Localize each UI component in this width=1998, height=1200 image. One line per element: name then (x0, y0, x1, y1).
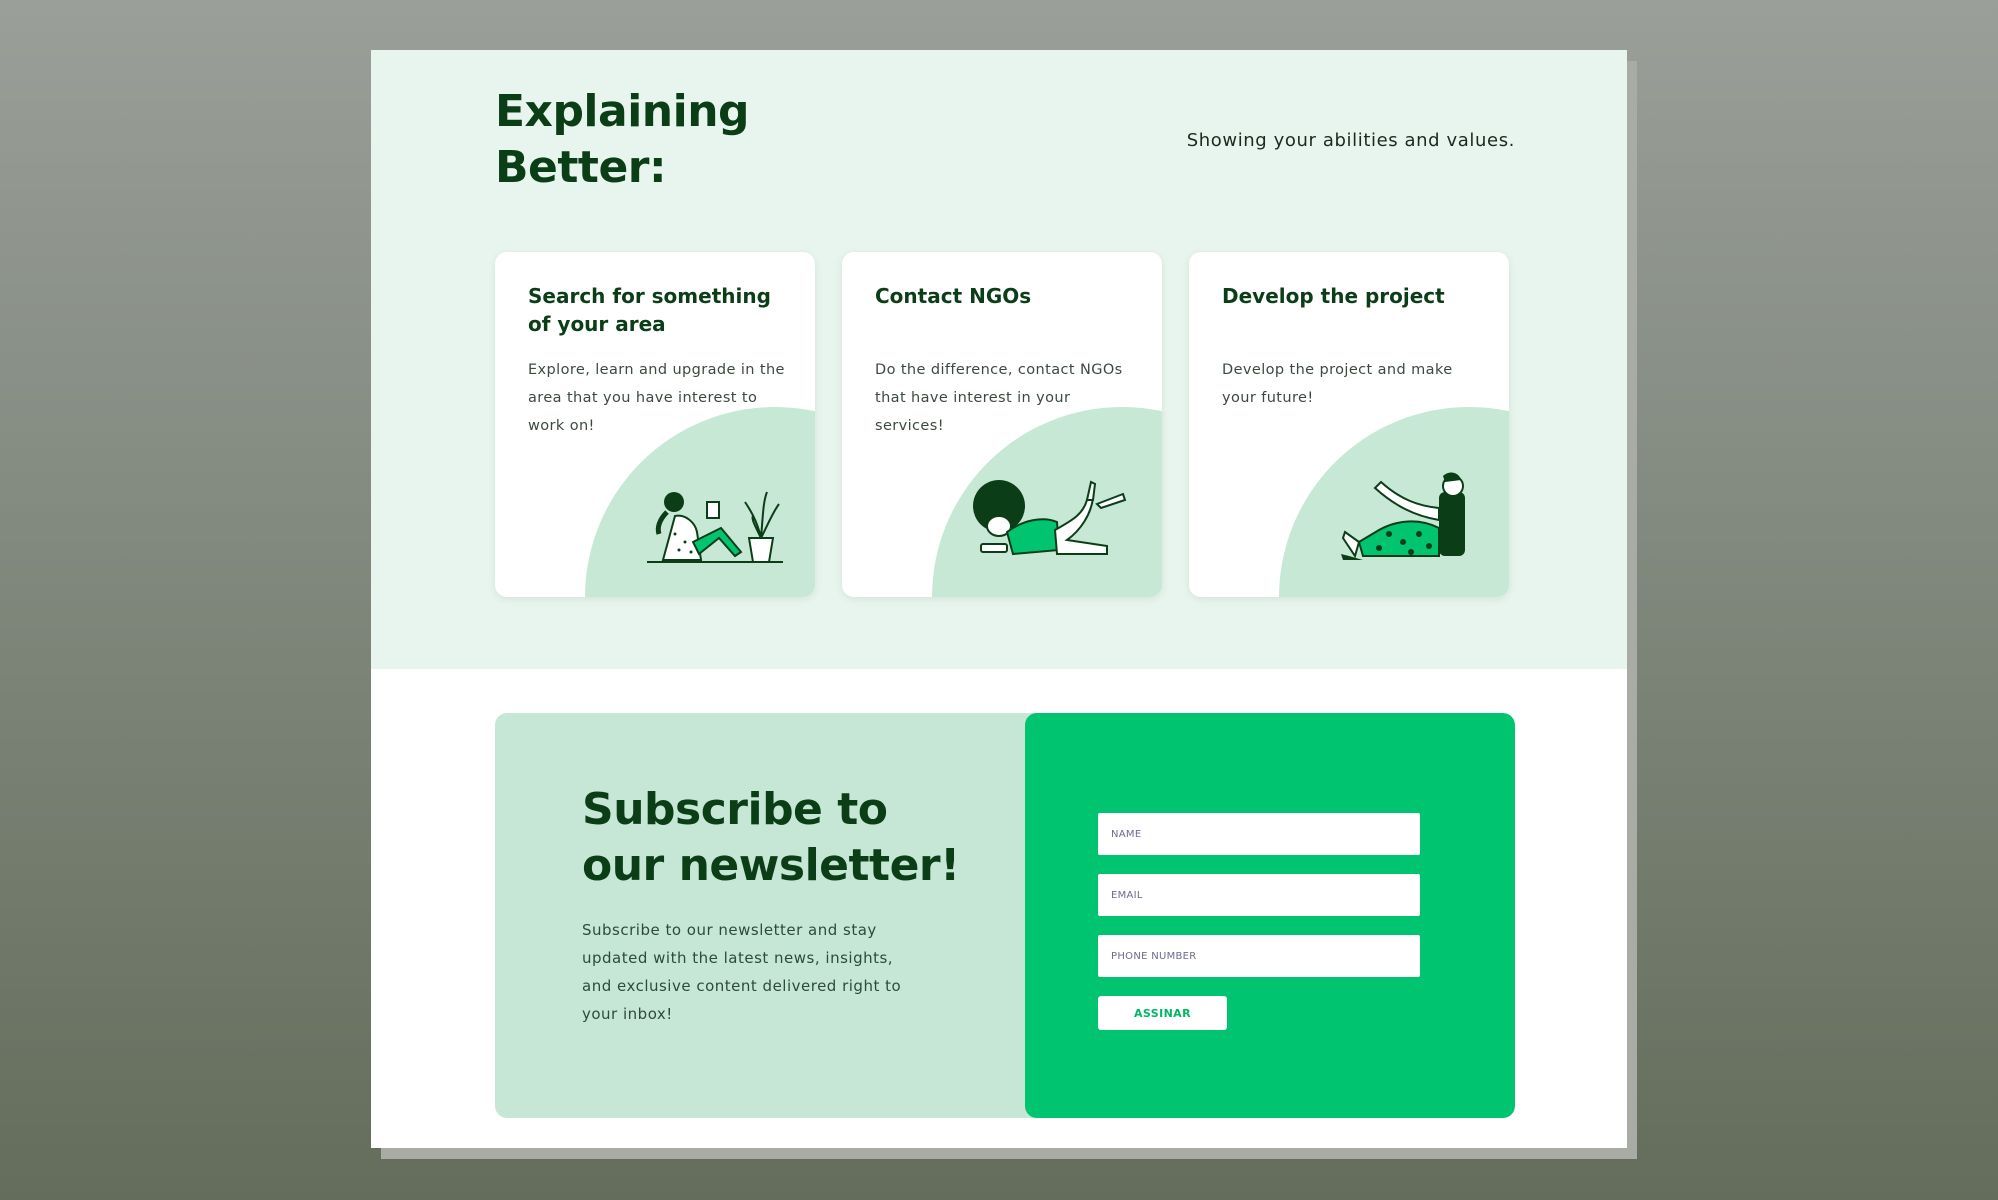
card-title: Search for something of your area (528, 284, 771, 336)
card-contact-ngos: Contact NGOs Do the difference, contact … (842, 252, 1162, 597)
woman-reading-illustration-icon (647, 491, 783, 563)
newsletter-section: Subscribe to our newsletter! Subscribe t… (495, 713, 1515, 1118)
newsletter-info-panel: Subscribe to our newsletter! Subscribe t… (495, 713, 1025, 1118)
person-lying-illustration-icon (973, 480, 1127, 556)
name-field[interactable] (1098, 813, 1420, 855)
card-text: Develop the project and make your future… (1222, 362, 1453, 406)
newsletter-title: Subscribe to our newsletter! (582, 784, 960, 891)
card-develop-project: Develop the project Develop the project … (1189, 252, 1509, 597)
person-stretching-illustration-icon (1341, 472, 1465, 560)
card-title: Develop the project (1222, 284, 1445, 308)
page-frame: Explaining Better: Showing your abilitie… (371, 50, 1627, 1148)
subscribe-button[interactable]: ASSINAR (1098, 996, 1227, 1030)
explaining-section: Explaining Better: Showing your abilitie… (371, 50, 1627, 669)
card-title: Contact NGOs (875, 284, 1032, 308)
section-title: Explaining Better: (495, 86, 750, 193)
phone-number-field[interactable] (1098, 935, 1420, 977)
card-search-area: Search for something of your area Explor… (495, 252, 815, 597)
newsletter-form-panel: ASSINAR (1025, 713, 1515, 1118)
email-field[interactable] (1098, 874, 1420, 916)
section-subtitle: Showing your abilities and values. (1186, 130, 1515, 151)
newsletter-description: Subscribe to our newsletter and stay upd… (582, 921, 902, 1023)
